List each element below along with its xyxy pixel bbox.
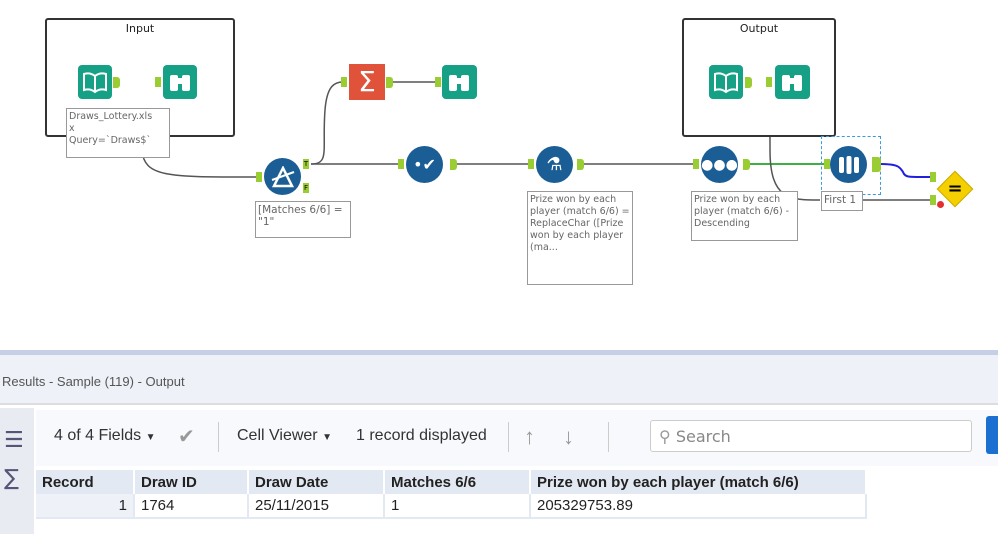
output-anchor[interactable] [872, 157, 881, 172]
chevron-down-icon: ▼ [322, 432, 332, 443]
sort-tool[interactable]: ●●● [701, 146, 738, 183]
cell[interactable]: 1 [384, 494, 531, 519]
cell-viewer-label: Cell Viewer [237, 427, 318, 444]
summarize-tool[interactable]: Σ [349, 64, 385, 100]
input-anchor[interactable] [256, 172, 262, 182]
book-icon [714, 72, 738, 94]
input-anchor[interactable] [930, 195, 936, 205]
divider [508, 422, 509, 452]
output-anchor[interactable] [745, 77, 752, 88]
container-title: Input [125, 22, 155, 35]
true-anchor[interactable]: T [303, 159, 309, 169]
input-anchor[interactable] [435, 77, 441, 87]
container-title: Output [739, 22, 779, 35]
input-anchor[interactable] [930, 172, 936, 182]
input-anchor[interactable] [155, 77, 161, 87]
output-anchor[interactable] [577, 159, 584, 170]
arrow-up-icon[interactable]: ↑ [524, 424, 535, 450]
cell[interactable]: 25/11/2015 [248, 494, 385, 519]
divider [218, 422, 219, 452]
output-container[interactable]: Output [682, 18, 836, 137]
records-displayed: 1 record displayed [356, 427, 487, 444]
dots-icon: ●●● [701, 156, 738, 173]
sample-annotation: First 1 [821, 191, 863, 211]
list-view-icon[interactable]: ☰ [4, 430, 24, 452]
formula-tool[interactable]: ⚗ [536, 146, 573, 183]
sigma-icon[interactable]: ∑ [4, 466, 28, 491]
select-tool[interactable]: •✔ [406, 146, 443, 183]
input-data-tool[interactable] [78, 65, 112, 99]
input-annotation: Draws_Lottery.xls x Query=`Draws$` [66, 108, 170, 158]
filter-icon [271, 165, 294, 187]
search-icon: ⚲ [659, 427, 671, 446]
binoculars-icon [782, 75, 802, 91]
divider [608, 422, 609, 452]
column-header[interactable]: Prize won by each player (match 6/6) [530, 470, 867, 494]
formula-annotation: Prize won by each player (match 6/6) = R… [527, 191, 633, 285]
cell[interactable]: 205329753.89 [530, 494, 867, 519]
output-anchor[interactable] [113, 77, 120, 88]
filter-annotation: [Matches 6/6] = "1" [255, 201, 351, 238]
check-icon: •✔ [413, 155, 436, 174]
workflow-canvas[interactable]: Input Output Draws_Lottery.xls x Query=`… [0, 0, 998, 350]
action-button[interactable] [986, 416, 998, 454]
binoculars-icon [170, 75, 190, 91]
error-indicator [937, 201, 944, 208]
browse-tool[interactable] [442, 65, 477, 99]
search-input[interactable]: ⚲ Search [650, 420, 972, 452]
arrow-down-icon[interactable]: ↓ [563, 424, 574, 450]
column-header[interactable]: Record [36, 470, 135, 494]
sort-annotation: Prize won by each player (match 6/6) - D… [691, 191, 798, 241]
binoculars-icon [449, 75, 469, 91]
fields-dropdown[interactable]: 4 of 4 Fields ▼ [54, 427, 156, 445]
column-header[interactable]: Draw Date [248, 470, 385, 494]
browse-tool[interactable] [775, 65, 810, 99]
output-data-tool[interactable] [709, 65, 743, 99]
output-anchor[interactable] [743, 159, 750, 170]
flask-icon: ⚗ [546, 154, 563, 175]
cell[interactable]: 1 [36, 494, 135, 519]
apply-check-icon[interactable]: ✔ [178, 424, 195, 449]
input-anchor[interactable] [528, 159, 534, 169]
results-table: Record Draw ID Draw Date Matches 6/6 Pri… [36, 470, 867, 519]
book-icon [83, 72, 107, 94]
cell-viewer-dropdown[interactable]: Cell Viewer ▼ [237, 427, 332, 445]
input-anchor[interactable] [341, 77, 347, 87]
output-anchor[interactable] [386, 77, 393, 88]
column-header[interactable]: Draw ID [134, 470, 249, 494]
false-anchor[interactable]: F [303, 183, 309, 193]
search-placeholder: Search [675, 427, 731, 446]
sample-tool[interactable] [830, 146, 867, 183]
cell[interactable]: 1764 [134, 494, 249, 519]
table-row[interactable]: 1 1764 25/11/2015 1 205329753.89 [36, 494, 867, 519]
results-title: Results - Sample (119) - Output [2, 374, 185, 389]
input-anchor[interactable] [693, 159, 699, 169]
fields-label: 4 of 4 Fields [54, 427, 142, 444]
sigma-icon: Σ [358, 65, 376, 98]
sample-icon [838, 155, 859, 174]
browse-tool[interactable] [163, 65, 197, 99]
table-header-row: Record Draw ID Draw Date Matches 6/6 Pri… [36, 470, 867, 494]
equals-icon: = [947, 178, 963, 199]
filter-tool[interactable] [264, 158, 301, 195]
input-anchor[interactable] [398, 159, 404, 169]
chevron-down-icon: ▼ [145, 432, 156, 443]
column-header[interactable]: Matches 6/6 [384, 470, 531, 494]
input-anchor[interactable] [766, 77, 772, 87]
output-anchor[interactable] [450, 159, 457, 170]
results-sidebar: ☰ ∑ [0, 408, 34, 534]
